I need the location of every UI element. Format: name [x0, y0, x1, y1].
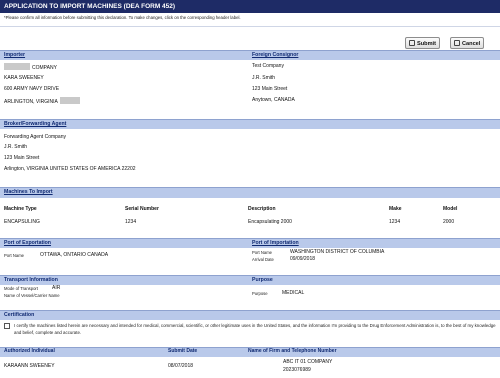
arrival-date-value: 09/09/2018	[290, 256, 316, 262]
broker-header[interactable]: Broker/Forwarding Agent	[0, 119, 500, 129]
submit-date: 08/07/2018	[168, 363, 194, 369]
broker-name: J.R. Smith	[4, 144, 28, 150]
certification-header: Certification	[0, 310, 500, 320]
cell-serial-number: 1234	[125, 219, 137, 225]
export-port-header[interactable]: Port of Exportation	[0, 238, 248, 248]
authorized-individual: KARAANN SWEENEY	[4, 363, 55, 369]
consignor-city: Anytown, CANADA	[252, 97, 295, 103]
broker-city: Arlington, VIRGINIA UNITED STATES OF AME…	[4, 166, 136, 172]
firm-header: Name of Firm and Telephone Number	[248, 348, 337, 354]
divider	[0, 26, 500, 27]
consignor-company: Test Company	[252, 63, 284, 69]
vessel-label: Name of Vessel/Carrier Name	[4, 293, 60, 298]
firm-name: ABC IT 01 COMPANY	[283, 359, 333, 365]
import-port-value: WASHINGTON DISTRICT OF COLUMBIA	[290, 249, 385, 255]
importer-city: ARLINGTON, VIRGINIA	[4, 97, 82, 105]
confirmation-notice: *Please confirm all information before s…	[4, 15, 241, 20]
col-make: Make	[389, 206, 402, 212]
consignor-name: J.R. Smith	[252, 75, 276, 81]
cell-make: 1234	[389, 219, 401, 225]
purpose-label: Purpose	[252, 291, 268, 296]
broker-company: Forwarding Agent Company	[4, 134, 66, 140]
submit-icon	[409, 40, 415, 46]
broker-street: 123 Main Street	[4, 155, 40, 161]
col-description: Description	[248, 206, 276, 212]
submit-label: Submit	[417, 41, 436, 47]
importer-name: KARA SWEENEY	[4, 75, 44, 81]
col-model: Model	[443, 206, 458, 212]
importer-company: COMPANY	[4, 63, 57, 71]
col-serial-number: Serial Number	[125, 206, 159, 212]
transport-mode-value: AIR	[52, 285, 61, 291]
arrival-date-label: Arrival Date	[252, 257, 274, 262]
importer-street: 600 ARMY NAVY DRIVE	[4, 86, 60, 92]
cell-model: 2000	[443, 219, 455, 225]
importer-header[interactable]: Importer	[0, 50, 248, 60]
cell-description: Encapsulating 2000	[248, 219, 292, 225]
certification-checkbox[interactable]	[4, 323, 10, 329]
cancel-icon	[454, 40, 460, 46]
cancel-label: Cancel	[462, 41, 481, 47]
export-port-value: OTTAWA, ONTARIO CANADA	[40, 252, 109, 258]
cancel-button[interactable]: Cancel	[450, 37, 485, 49]
cell-machine-type: ENCAPSULING	[4, 219, 40, 225]
purpose-value: MEDICAL	[282, 290, 305, 296]
authorized-individual-header: Authorized Individual	[4, 348, 55, 354]
import-port-header[interactable]: Port of Importation	[248, 238, 500, 248]
redaction	[4, 63, 30, 70]
consignor-street: 123 Main Street	[252, 86, 288, 92]
firm-phone: 2023076989	[283, 367, 311, 373]
certification-text: I certify the machines listed herein are…	[14, 323, 496, 335]
machines-header[interactable]: Machines To Import	[0, 187, 500, 198]
submit-button[interactable]: Submit	[405, 37, 440, 49]
purpose-header: Purpose	[248, 275, 500, 285]
consignor-header[interactable]: Foreign Consignor	[248, 50, 500, 60]
transport-header: Transport Information	[0, 275, 248, 285]
window-title: APPLICATION TO IMPORT MACHINES (DEA FORM…	[0, 0, 500, 13]
col-machine-type: Machine Type	[4, 206, 37, 212]
transport-mode-label: Mode of Transport	[4, 286, 38, 291]
submit-date-header: Submit Date	[168, 348, 198, 354]
redaction	[59, 97, 80, 104]
export-port-label: Port Name	[4, 253, 25, 258]
import-port-label: Port Name	[252, 250, 273, 255]
